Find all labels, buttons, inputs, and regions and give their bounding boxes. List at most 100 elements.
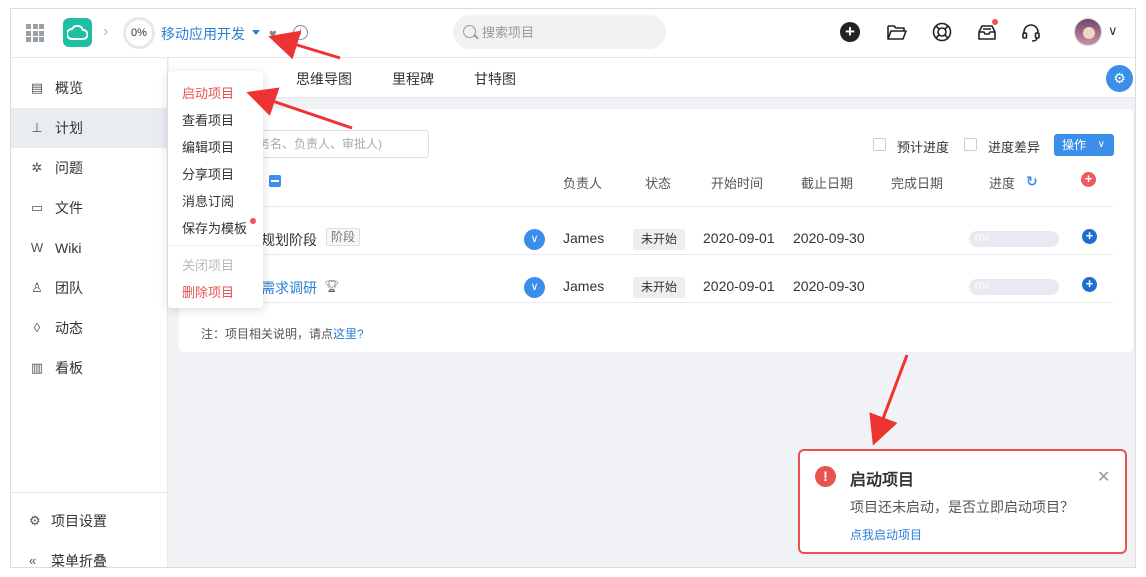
progress-diff-checkbox[interactable] <box>964 138 977 151</box>
sidebar-item-activity[interactable]: ◊ 动态 <box>11 308 168 348</box>
header-start: 开始时间 <box>711 176 764 191</box>
sidebar-item-label: 概览 <box>55 80 83 96</box>
task-start-date: 2020-09-01 <box>703 230 775 246</box>
collapse-menu-label: 菜单折叠 <box>51 553 107 568</box>
help-note: 注：项目相关说明，请点这里? <box>201 325 364 342</box>
avatar[interactable] <box>1074 18 1102 46</box>
sidebar-item-files[interactable]: ▭ 文件 <box>11 188 168 228</box>
task-start-date: 2020-09-01 <box>703 278 775 294</box>
collapse-menu-button[interactable]: « 菜单折叠 <box>11 543 168 568</box>
app-logo[interactable] <box>63 18 92 47</box>
expected-progress-checkbox[interactable] <box>873 138 886 151</box>
task-deadline: 2020-09-30 <box>793 278 865 294</box>
task-name[interactable]: 规划阶段 <box>261 230 317 250</box>
expand-chevron-icon[interactable]: ∨ <box>524 277 545 298</box>
notification-title: 启动项目 <box>850 472 915 489</box>
menu-divider <box>168 245 263 246</box>
task-owner: James <box>563 230 605 246</box>
menu-item-save-template[interactable]: 保存为模板 <box>182 218 247 237</box>
start-project-link[interactable]: 点我启动项目 <box>850 526 922 543</box>
sidebar-item-issues[interactable]: ✲ 问题 <box>11 148 168 188</box>
apps-grid-icon[interactable] <box>26 24 44 42</box>
double-chevron-left-icon: « <box>29 553 37 568</box>
sitemap-icon: ⊥ <box>31 120 43 135</box>
add-subtask-icon[interactable]: + <box>1082 277 1097 292</box>
sidebar-item-board[interactable]: ▥ 看板 <box>11 348 168 388</box>
status-badge: 未开始 <box>633 277 686 298</box>
info-icon[interactable]: i <box>293 25 308 40</box>
task-progress-bar: 0% <box>969 231 1059 247</box>
view-settings-gear-icon[interactable]: ⚙ <box>1106 65 1133 92</box>
add-subtask-icon[interactable]: + <box>1082 229 1097 244</box>
sidebar-item-plan[interactable]: ⊥ 计划 <box>11 108 168 148</box>
operate-button-label: 操作 <box>1062 138 1087 152</box>
chevron-right-icon: › <box>103 23 109 40</box>
menu-item-edit-project[interactable]: 编辑项目 <box>182 137 234 156</box>
notification-dot <box>992 19 998 25</box>
task-owner: James <box>563 278 605 294</box>
folder-icon: ▭ <box>30 200 44 215</box>
search-box[interactable] <box>453 15 666 49</box>
sidebar-item-label: 动态 <box>55 320 83 336</box>
menu-item-view-project[interactable]: 查看项目 <box>182 110 234 129</box>
tab-milestones[interactable]: 里程碑 <box>392 69 434 89</box>
sidebar-item-team[interactable]: ♙ 团队 <box>11 268 168 308</box>
task-name[interactable]: 需求调研 <box>261 278 317 298</box>
alert-icon: ! <box>815 466 836 487</box>
header-status: 状态 <box>645 176 672 191</box>
search-input[interactable] <box>482 22 652 42</box>
menu-item-subscribe[interactable]: 消息订阅 <box>182 191 234 210</box>
header-progress: 进度 <box>989 176 1016 191</box>
folder-open-icon[interactable] <box>886 21 908 43</box>
menu-item-start-project[interactable]: 启动项目 <box>182 83 234 102</box>
headset-icon[interactable] <box>1020 21 1042 43</box>
help-note-link[interactable]: 这里? <box>333 327 364 341</box>
heart-icon[interactable]: ♥ <box>269 26 277 41</box>
notification-body: 项目还未启动，是否立即启动项目？ <box>850 499 1074 515</box>
stage-tag: 阶段 <box>326 228 361 246</box>
refresh-icon[interactable]: ↻ <box>1026 173 1038 190</box>
view-tabs: 思维导图 里程碑 甘特图 ⚙ <box>169 58 1135 98</box>
menu-item-share-project[interactable]: 分享项目 <box>182 164 234 183</box>
wiki-icon: W <box>30 240 44 255</box>
status-badge: 未开始 <box>633 229 686 250</box>
list-icon: ▤ <box>30 80 44 95</box>
divider <box>209 254 1113 255</box>
tab-mindmap[interactable]: 思维导图 <box>296 69 352 89</box>
collapse-all-icon[interactable] <box>269 175 281 187</box>
top-bar: › 0% 移动应用开发 ♥ i + ∨ <box>11 9 1135 58</box>
chevron-down-icon[interactable]: ∨ <box>1108 23 1118 39</box>
project-progress-ring: 0% <box>123 17 155 49</box>
project-name-dropdown[interactable]: 移动应用开发 <box>161 24 245 44</box>
expand-chevron-icon[interactable]: ∨ <box>524 229 545 250</box>
search-icon <box>463 25 476 38</box>
add-task-icon[interactable]: + <box>1081 172 1096 187</box>
lifebuoy-icon[interactable] <box>931 21 953 43</box>
project-settings-button[interactable]: ⚙ 项目设置 <box>11 503 168 539</box>
tab-gantt[interactable]: 甘特图 <box>474 69 516 89</box>
operate-button[interactable]: 操作 ∨ <box>1054 134 1114 156</box>
add-circle-icon[interactable]: + <box>840 22 860 42</box>
caret-down-icon[interactable] <box>252 30 260 35</box>
chevron-down-icon: ∨ <box>1097 139 1105 150</box>
sidebar-item-label: 看板 <box>55 360 83 376</box>
divider <box>209 206 1113 207</box>
sidebar: ▤ 概览 ⊥ 计划 ✲ 问题 ▭ 文件 W Wiki ♙ 团队 ◊ 动态 ▥ 看 <box>11 58 168 568</box>
header-deadline: 截止日期 <box>801 176 854 191</box>
sidebar-item-wiki[interactable]: W Wiki <box>11 228 168 268</box>
task-progress-bar: 0% <box>969 279 1059 295</box>
progress-diff-label: 进度差异 <box>988 140 1041 155</box>
project-actions-menu: 启动项目 查看项目 编辑项目 分享项目 消息订阅 保存为模板 关闭项目 删除项目 <box>168 71 263 308</box>
new-badge-dot <box>250 218 256 224</box>
bug-icon: ✲ <box>31 160 43 175</box>
project-settings-label: 项目设置 <box>51 513 107 529</box>
menu-item-delete-project[interactable]: 删除项目 <box>182 282 234 301</box>
sidebar-item-overview[interactable]: ▤ 概览 <box>11 68 168 108</box>
sidebar-item-label: Wiki <box>55 240 82 256</box>
inbox-icon[interactable] <box>976 19 998 43</box>
close-icon[interactable]: ✕ <box>1097 467 1110 487</box>
expected-progress-label: 预计进度 <box>897 140 950 155</box>
header-finish: 完成日期 <box>891 176 944 191</box>
sidebar-item-label: 文件 <box>55 200 83 216</box>
plan-panel: 任务名、负责人、审批人) 预计进度 进度差异 操作 ∨ 负责人 状态 开始时间 … <box>179 109 1133 352</box>
